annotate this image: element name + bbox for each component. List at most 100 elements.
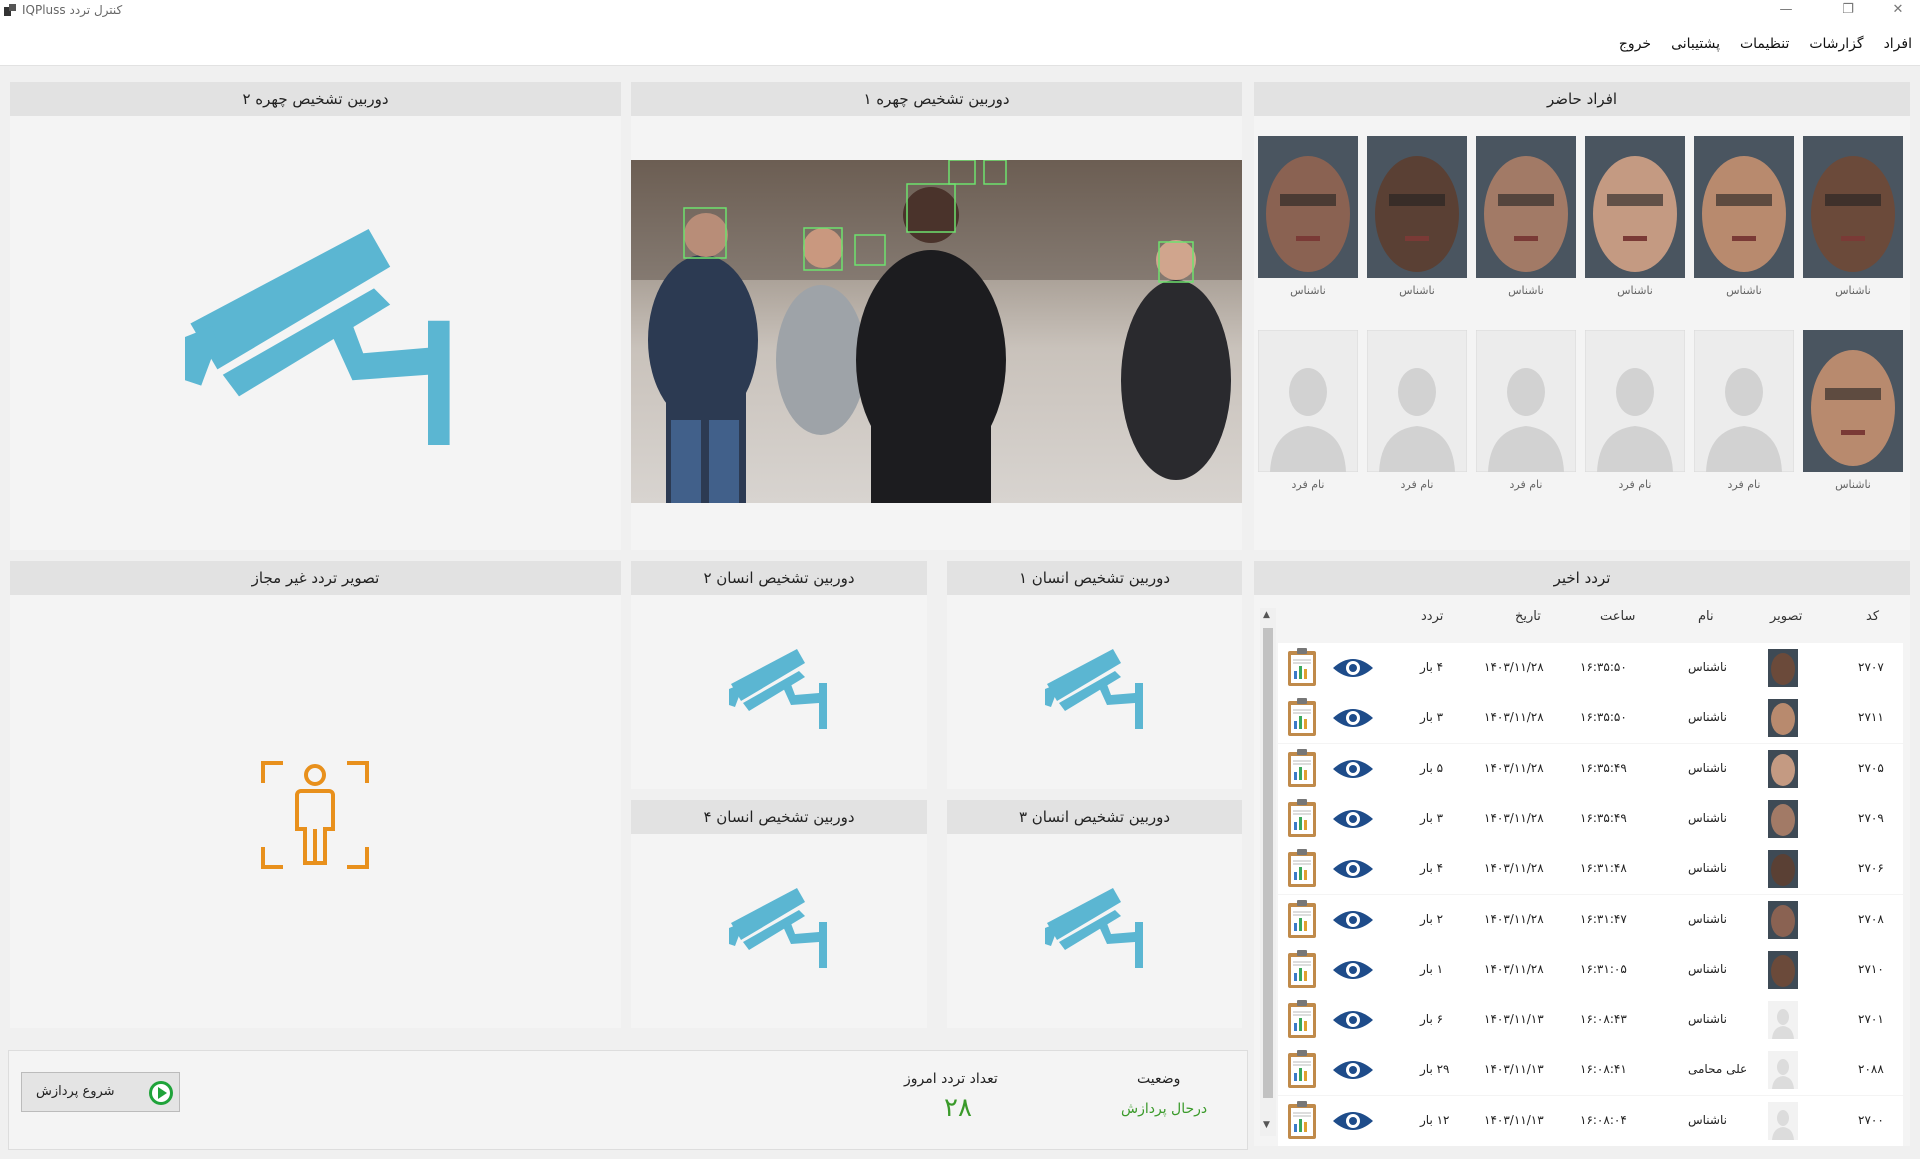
present-person-card[interactable]: نام فرد: [1476, 330, 1576, 508]
panel-title: دوربین تشخیص چهره ۲: [10, 82, 621, 116]
row-code: ۲۷۰۰: [1858, 1112, 1884, 1127]
report-clipboard-icon[interactable]: [1286, 697, 1318, 737]
report-clipboard-icon[interactable]: [1286, 798, 1318, 838]
table-row[interactable]: ۲۷۰۷ ناشناس ۱۶:۳۵:۵۰ ۱۴۰۳/۱۱/۲۸ ۴ بار: [1278, 643, 1903, 693]
header-image: تصویر: [1770, 609, 1803, 624]
face-camera-2-panel: دوربین تشخیص چهره ۲: [10, 82, 621, 550]
cctv-camera-icon: [1045, 649, 1143, 729]
row-name: ناشناس: [1688, 810, 1727, 825]
row-thumbnail: [1768, 699, 1798, 741]
report-clipboard-icon[interactable]: [1286, 1049, 1318, 1089]
panel-title: تصویر تردد غیر مجاز: [10, 561, 621, 595]
row-date: ۱۴۰۳/۱۱/۲۸: [1484, 961, 1544, 976]
report-clipboard-icon[interactable]: [1286, 748, 1318, 788]
view-eye-icon[interactable]: [1332, 807, 1374, 831]
view-eye-icon[interactable]: [1332, 857, 1374, 881]
table-row[interactable]: ۲۷۰۹ ناشناس ۱۶:۳۵:۴۹ ۱۴۰۳/۱۱/۲۸ ۳ بار: [1278, 793, 1903, 844]
row-thumbnail: [1768, 1001, 1798, 1043]
view-eye-icon[interactable]: [1332, 908, 1374, 932]
present-person-card[interactable]: ناشناس: [1476, 136, 1576, 314]
close-button[interactable]: ✕: [1876, 0, 1920, 22]
table-row[interactable]: ۲۷۱۰ ناشناس ۱۶:۳۱:۰۵ ۱۴۰۳/۱۱/۲۸ ۱ بار: [1278, 944, 1903, 995]
table-row[interactable]: ۲۰۸۸ علی محامی ۱۶:۰۸:۴۱ ۱۴۰۳/۱۱/۱۳ ۲۹ با…: [1278, 1045, 1903, 1096]
face-photo: [1803, 136, 1903, 278]
present-person-card[interactable]: ناشناس: [1585, 136, 1685, 314]
row-name: علی محامی: [1688, 1062, 1748, 1077]
avatar-placeholder-icon: [1476, 330, 1576, 472]
report-clipboard-icon[interactable]: [1286, 848, 1318, 888]
row-date: ۱۴۰۳/۱۱/۲۸: [1484, 911, 1544, 926]
menu-support[interactable]: پشتیبانی: [1671, 36, 1720, 52]
row-date: ۱۴۰۳/۱۱/۱۳: [1484, 1012, 1544, 1027]
row-name: ناشناس: [1688, 760, 1727, 775]
view-eye-icon[interactable]: [1332, 958, 1374, 982]
report-clipboard-icon[interactable]: [1286, 899, 1318, 939]
person-name: نام فرد: [1400, 478, 1434, 491]
panel-title: دوربین تشخیص انسان ۳: [947, 800, 1242, 834]
row-date: ۱۴۰۳/۱۱/۲۸: [1484, 861, 1544, 876]
report-clipboard-icon[interactable]: [1286, 1100, 1318, 1140]
menu-reports[interactable]: گزارشات: [1809, 36, 1863, 52]
row-count: ۴ بار: [1420, 660, 1444, 674]
header-time: ساعت: [1600, 609, 1636, 624]
present-person-card[interactable]: نام فرد: [1367, 330, 1467, 508]
menu-exit[interactable]: خروج: [1619, 36, 1651, 52]
scroll-up-icon[interactable]: ▲: [1263, 610, 1270, 620]
view-eye-icon[interactable]: [1332, 1008, 1374, 1032]
human-camera-4-panel: دوربین تشخیص انسان ۴: [631, 800, 927, 1028]
restore-icon[interactable]: ❐: [1826, 0, 1870, 22]
unauthorized-panel: تصویر تردد غیر مجاز: [10, 561, 621, 1028]
avatar-placeholder-icon: [1367, 330, 1467, 472]
view-eye-icon[interactable]: [1332, 1109, 1374, 1133]
scroll-thumb[interactable]: [1263, 628, 1273, 1098]
present-person-card[interactable]: ناشناس: [1803, 330, 1903, 508]
human-camera-1-panel: دوربین تشخیص انسان ۱: [947, 561, 1242, 789]
report-clipboard-icon[interactable]: [1286, 647, 1318, 687]
table-row[interactable]: ۲۷۰۶ ناشناس ۱۶:۳۱:۴۸ ۱۴۰۳/۱۱/۲۸ ۴ بار: [1278, 844, 1903, 895]
table-row[interactable]: ۲۷۰۱ ناشناس ۱۶:۰۸:۴۳ ۱۴۰۳/۱۱/۱۳ ۶ بار: [1278, 995, 1903, 1046]
header-count: تردد: [1421, 609, 1444, 624]
status-bar: شروع پردازش تعداد تردد امروز ۲۸ وضعیت در…: [8, 1050, 1248, 1150]
start-processing-button[interactable]: شروع پردازش: [21, 1072, 180, 1112]
table-row[interactable]: ۲۷۰۸ ناشناس ۱۶:۳۱:۴۷ ۱۴۰۳/۱۱/۲۸ ۲ بار: [1278, 894, 1903, 945]
row-thumbnail: [1768, 900, 1798, 943]
row-code: ۲۷۰۶: [1858, 861, 1884, 876]
row-count: ۶ بار: [1420, 1012, 1444, 1027]
present-person-card[interactable]: ناشناس: [1694, 136, 1794, 314]
view-eye-icon[interactable]: [1332, 656, 1374, 680]
face-photo: [1694, 136, 1794, 278]
start-button-label: شروع پردازش: [36, 1084, 115, 1099]
row-count: ۳ بار: [1420, 810, 1444, 825]
report-clipboard-icon[interactable]: [1286, 999, 1318, 1039]
table-row[interactable]: ۲۷۰۰ ناشناس ۱۶:۰۸:۰۴ ۱۴۰۳/۱۱/۱۳ ۱۲ بار: [1278, 1095, 1903, 1146]
view-eye-icon[interactable]: [1332, 706, 1374, 730]
present-person-card[interactable]: نام فرد: [1258, 330, 1358, 508]
minimize-button[interactable]: —: [1764, 0, 1808, 22]
present-person-card[interactable]: ناشناس: [1258, 136, 1358, 314]
table-scrollbar[interactable]: ▲ ▼: [1260, 608, 1276, 1136]
row-name: ناشناس: [1688, 1112, 1727, 1127]
menu-settings[interactable]: تنظیمات: [1740, 36, 1789, 52]
panel-title: دوربین تشخیص چهره ۱: [631, 82, 1242, 116]
view-eye-icon[interactable]: [1332, 757, 1374, 781]
table-row[interactable]: ۲۷۰۵ ناشناس ۱۶:۳۵:۴۹ ۱۴۰۳/۱۱/۲۸ ۵ بار: [1278, 743, 1903, 794]
view-eye-icon[interactable]: [1332, 1058, 1374, 1082]
row-date: ۱۴۰۳/۱۱/۲۸: [1484, 710, 1544, 725]
report-clipboard-icon[interactable]: [1286, 949, 1318, 989]
present-person-card[interactable]: نام فرد: [1585, 330, 1685, 508]
menu-people[interactable]: افراد: [1884, 36, 1912, 52]
row-count: ۲ بار: [1420, 911, 1444, 926]
present-person-card[interactable]: نام فرد: [1694, 330, 1794, 508]
present-person-card[interactable]: ناشناس: [1803, 136, 1903, 314]
table-row[interactable]: ۲۷۱۱ ناشناس ۱۶:۳۵:۵۰ ۱۴۰۳/۱۱/۲۸ ۳ بار: [1278, 693, 1903, 744]
face-photo: [1258, 136, 1358, 278]
cctv-camera-icon: [185, 229, 450, 445]
row-time: ۱۶:۰۸:۰۴: [1580, 1112, 1627, 1127]
present-person-card[interactable]: ناشناس: [1367, 136, 1467, 314]
face-photo: [1803, 330, 1903, 472]
cctv-camera-icon: [729, 649, 827, 729]
row-code: ۲۷۰۱: [1858, 1012, 1884, 1027]
scroll-down-icon[interactable]: ▼: [1263, 1120, 1270, 1130]
header-name: نام: [1698, 609, 1714, 624]
human-camera-2-panel: دوربین تشخیص انسان ۲: [631, 561, 927, 789]
